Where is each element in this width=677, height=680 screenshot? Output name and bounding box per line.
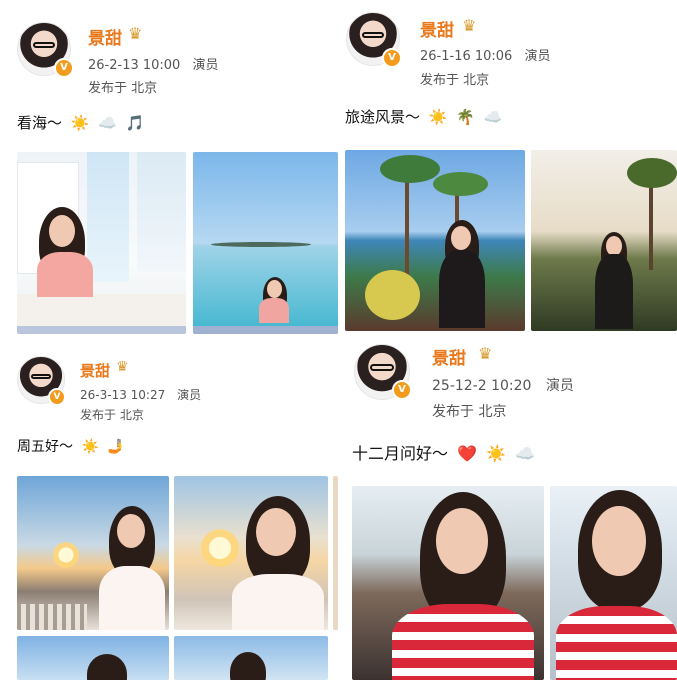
post-meta: 26-2-13 10:00 演员 <box>88 54 219 73</box>
verified-badge-icon: V <box>392 380 412 400</box>
photo-thumbnail[interactable] <box>17 152 186 334</box>
glasses-detail <box>361 31 385 38</box>
palm-tree-emoji: 🌴 <box>456 108 475 126</box>
photo-thumbnail[interactable] <box>345 150 525 331</box>
crown-icon: ♛ <box>128 24 143 43</box>
post-meta: 25-12-2 10:20 演员 <box>432 375 574 395</box>
verified-badge-icon: V <box>48 388 66 406</box>
photo-thumbnail[interactable] <box>174 476 328 630</box>
username[interactable]: 景甜 <box>432 344 466 369</box>
post-meta: 26-3-13 10:27 演员 <box>80 386 201 403</box>
photo-thumbnail[interactable] <box>17 476 169 630</box>
verified-badge-icon: V <box>54 58 74 78</box>
post-meta: 26-1-16 10:06 演员 <box>420 45 551 64</box>
sun-emoji: ☀️ <box>486 444 507 463</box>
glasses-detail <box>30 373 52 380</box>
music-note-emoji: 🎵 <box>125 114 145 132</box>
timestamp: 25-12-2 10:20 <box>432 378 532 394</box>
username[interactable]: 景甜 <box>88 24 122 49</box>
timestamp: 26-1-16 10:06 <box>420 49 513 64</box>
role: 演员 <box>177 388 202 402</box>
location: 发布于 北京 <box>88 81 158 96</box>
selfie-emoji: 🤳 <box>107 439 125 455</box>
photo-thumbnail[interactable] <box>531 150 677 331</box>
post-text-row: 十二月问好～ ❤️ ☀️ ☁️ <box>352 440 535 464</box>
post-card-2: V 景甜 ♛ 26-1-16 10:06 演员 发布于 北京 旅途风景～ ☀️ … <box>338 0 677 334</box>
crown-icon: ♛ <box>116 359 129 375</box>
role: 演员 <box>545 378 574 394</box>
timestamp: 26-3-13 10:27 <box>80 388 166 402</box>
photo-thumbnail[interactable] <box>174 636 328 680</box>
role: 演员 <box>192 58 219 73</box>
photo-thumbnail[interactable] <box>17 636 169 680</box>
post-text: 十二月问好～ <box>352 444 449 463</box>
post-text-row: 看海～ ☀️ ☁️ 🎵 <box>17 112 144 133</box>
crown-icon: ♛ <box>462 16 477 35</box>
photo-thumbnail[interactable] <box>352 486 544 680</box>
timestamp: 26-2-13 10:00 <box>88 58 181 73</box>
cloud-emoji: ☁️ <box>515 444 536 463</box>
photo-thumbnail[interactable] <box>550 486 677 680</box>
username[interactable]: 景甜 <box>80 360 110 381</box>
username[interactable]: 景甜 <box>420 16 454 41</box>
glasses-detail <box>32 41 56 48</box>
post-text: 看海～ <box>17 114 63 132</box>
post-text-row: 旅途风景～ ☀️ 🌴 ☁️ <box>345 106 502 127</box>
location: 发布于 北京 <box>420 73 490 88</box>
sun-emoji: ☀️ <box>81 439 99 455</box>
post-card-3: V 景甜 ♛ 26-3-13 10:27 演员 发布于 北京 周五好～ ☀️ 🤳 <box>0 338 338 680</box>
glasses-detail <box>370 364 394 371</box>
post-text-row: 周五好～ ☀️ 🤳 <box>17 436 125 456</box>
location: 发布于 北京 <box>80 408 144 422</box>
sun-emoji: ☀️ <box>70 114 90 132</box>
post-card-4: V 景甜 ♛ 25-12-2 10:20 演员 发布于 北京 十二月问好～ ❤️… <box>338 334 677 680</box>
crown-icon: ♛ <box>478 344 493 363</box>
post-card-1: V 景甜 ♛ 26-2-13 10:00 演员 发布于 北京 看海～ ☀️ ☁️… <box>0 0 338 338</box>
verified-badge-icon: V <box>382 48 402 68</box>
sun-emoji: ☀️ <box>428 108 448 126</box>
photo-thumbnail[interactable] <box>193 152 338 334</box>
heart-emoji: ❤️ <box>457 444 478 463</box>
post-text: 周五好～ <box>17 439 73 455</box>
role: 演员 <box>524 49 551 64</box>
cloud-emoji: ☁️ <box>98 114 117 132</box>
post-text: 旅途风景～ <box>345 108 421 126</box>
cloud-emoji: ☁️ <box>483 108 503 126</box>
location: 发布于 北京 <box>432 404 507 420</box>
